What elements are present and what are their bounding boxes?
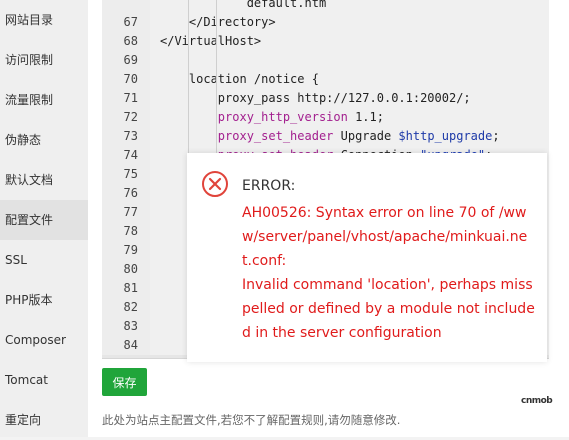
code-line: 72 proxy_http_version 1.1;: [102, 108, 549, 127]
error-dialog: ERROR: AH00526: Syntax error on line 70 …: [187, 153, 547, 362]
code-line: 69: [102, 51, 549, 70]
line-number: 84: [123, 338, 138, 352]
line-number: 81: [123, 281, 138, 295]
sidebar-item[interactable]: 配置文件: [0, 200, 88, 240]
sidebar: 网站目录 访问限制 流量限制 伪静态 默认文档 配置文件 SSL PHP版本 Composer T…: [0, 0, 88, 437]
line-number: 74: [123, 148, 138, 162]
sidebar-item[interactable]: 网站目录: [0, 0, 88, 40]
line-number: 72: [123, 110, 138, 124]
line-number: 77: [123, 205, 138, 219]
save-button[interactable]: 保存: [102, 368, 147, 396]
code-text: </Directory>: [160, 15, 276, 29]
code-line: 73 proxy_set_header Upgrade $http_upgrad…: [102, 127, 549, 146]
brand-watermark: cnmob: [521, 396, 553, 406]
config-hint-text: 此处为站点主配置文件,若您不了解配置规则,请勿随意修改.: [102, 413, 401, 427]
sidebar-item[interactable]: Composer: [0, 320, 88, 360]
code-text: default.htm: [160, 0, 327, 10]
code-text: proxy_http_version 1.1;: [217, 110, 384, 124]
line-number: 83: [123, 319, 138, 333]
line-number: 85: [102, 355, 138, 358]
sidebar-item[interactable]: 重定向: [0, 400, 88, 440]
code-text: </VirtualHost>: [160, 34, 262, 48]
error-icon: [202, 171, 228, 197]
line-number: 78: [123, 224, 138, 238]
line-number: 76: [123, 186, 138, 200]
code-line: default.htm: [102, 0, 549, 13]
line-number: 70: [123, 72, 138, 86]
code-line: 67 </Directory>: [102, 13, 549, 32]
sidebar-item[interactable]: SSL: [0, 240, 88, 280]
error-title: ERROR:: [242, 178, 296, 194]
line-number: 79: [123, 243, 138, 257]
sidebar-item[interactable]: PHP版本: [0, 280, 88, 320]
error-message: AH00526: Syntax error on line 70 of /www…: [242, 205, 535, 341]
line-number: 75: [123, 167, 138, 181]
code-text: location /notice {: [160, 72, 319, 86]
line-number: 69: [123, 53, 138, 67]
line-number: 73: [123, 129, 138, 143]
code-line: 70 location /notice {: [102, 70, 549, 89]
sidebar-item[interactable]: 流量限制: [0, 80, 88, 120]
line-number: 68: [123, 34, 138, 48]
sidebar-item[interactable]: 伪静态: [0, 120, 88, 160]
code-line: 71 proxy_pass http://127.0.0.1:20002/;: [102, 89, 549, 108]
code-line: 68 </VirtualHost>: [102, 32, 549, 51]
code-text: proxy_set_header Upgrade $http_upgrade;: [217, 129, 500, 143]
sidebar-item[interactable]: 默认文档: [0, 160, 88, 200]
line-number: 80: [123, 262, 138, 276]
line-number: 82: [123, 300, 138, 314]
sidebar-item[interactable]: Tomcat: [0, 360, 88, 400]
code-text: proxy_pass http://127.0.0.1:20002/;: [160, 91, 471, 105]
sidebar-item[interactable]: 访问限制: [0, 40, 88, 80]
line-number: 67: [123, 15, 138, 29]
line-number: 71: [123, 91, 138, 105]
